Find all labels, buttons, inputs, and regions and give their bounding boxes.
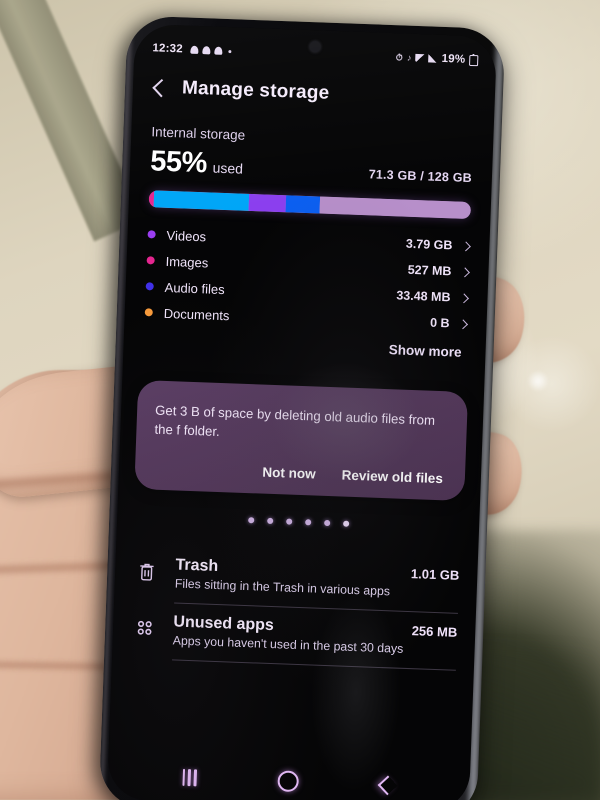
page-indicator-dot[interactable] <box>285 518 292 525</box>
chevron-right-icon <box>460 266 470 277</box>
storage-summary: Internal storage 55% used 71.3 GB / 128 … <box>123 124 493 361</box>
status-time: 12:32 <box>152 42 184 56</box>
mute-icon: ♪ <box>406 52 412 63</box>
dot-icon <box>228 49 232 53</box>
light-glint <box>527 370 549 392</box>
category-size: 527 MB <box>407 262 452 279</box>
status-bar-left: 12:32 <box>152 42 232 57</box>
category-label: Videos <box>166 227 207 244</box>
app-bar: Manage storage <box>132 66 495 115</box>
app-content: Manage storage Internal storage 55% used… <box>112 66 495 672</box>
page-title: Manage storage <box>181 77 330 104</box>
list-item-body: Trash 1.01 GB Files sitting in the Trash… <box>175 557 460 601</box>
page-indicator-dot[interactable] <box>304 519 311 526</box>
phone-screen: 12:32 ⏱ ♪ 19% Manage storage Internal st… <box>106 23 498 800</box>
alarm-icon: ⏱ <box>395 51 404 62</box>
carousel-page-indicator[interactable] <box>117 513 479 532</box>
storage-bar-segment <box>248 193 286 213</box>
page-indicator-dot[interactable] <box>342 520 349 528</box>
list-item-title: Unused apps <box>173 613 275 635</box>
bell-icon <box>190 45 199 54</box>
category-size: 0 B <box>429 315 450 331</box>
not-now-button[interactable]: Not now <box>262 465 316 482</box>
list-item-title: Trash <box>175 556 219 576</box>
usage-row: 55% used 71.3 GB / 128 GB <box>150 145 473 190</box>
bell-icon <box>202 46 211 55</box>
list-item-body: Unused apps 256 MB Apps you haven't used… <box>172 614 457 658</box>
category-label: Audio files <box>164 279 225 297</box>
storage-category-list: Videos 3.79 GB Images 527 MB Audio files 33.4… <box>144 221 471 337</box>
category-label: Images <box>165 253 209 270</box>
trash-icon <box>133 555 160 583</box>
category-color-dot <box>145 282 154 291</box>
category-size: 33.48 MB <box>396 288 451 305</box>
page-indicator-dot[interactable] <box>247 517 254 524</box>
suggestion-actions: Not now Review old files <box>153 461 447 487</box>
list-item-size: 1.01 GB <box>410 566 460 584</box>
storage-bar-segment <box>285 195 320 214</box>
chevron-right-icon <box>458 318 469 329</box>
chevron-right-icon <box>459 292 469 303</box>
suggestion-card: Get 3 B of space by deleting old audio f… <box>134 379 469 502</box>
category-label: Documents <box>163 305 230 323</box>
back-arrow-icon[interactable] <box>152 78 171 97</box>
apps-grid-icon <box>131 612 158 638</box>
category-color-dot <box>144 308 153 317</box>
category-color-dot <box>146 256 155 265</box>
page-indicator-dot[interactable] <box>323 520 330 527</box>
category-size: 3.79 GB <box>405 236 453 253</box>
battery-percent: 19% <box>441 52 466 66</box>
storage-bar-segment <box>153 190 249 211</box>
wifi-icon <box>415 53 425 63</box>
chevron-right-icon <box>460 240 471 251</box>
status-bar-right: ⏱ ♪ 19% <box>396 51 479 66</box>
back-button[interactable] <box>377 774 398 795</box>
phone-device: 12:32 ⏱ ♪ 19% Manage storage Internal st… <box>98 15 506 800</box>
list-item-size: 256 MB <box>411 623 458 641</box>
category-color-dot <box>147 230 156 239</box>
review-old-files-button[interactable]: Review old files <box>341 468 443 487</box>
suggestion-text: Get 3 B of space by deleting old audio f… <box>154 402 436 440</box>
storage-item-list: Trash 1.01 GB Files sitting in the Trash… <box>112 545 478 672</box>
recents-button[interactable] <box>182 768 197 787</box>
storage-usage-bar <box>148 190 472 220</box>
signal-icon <box>428 54 438 63</box>
battery-icon <box>469 54 479 66</box>
usage-percent-group: 55% used <box>150 145 244 181</box>
capacity-label: 71.3 GB / 128 GB <box>368 167 473 186</box>
bell-icon <box>214 46 223 55</box>
page-indicator-dot[interactable] <box>266 518 273 525</box>
android-nav-bar <box>107 764 470 798</box>
percent-used-label: used <box>212 159 244 177</box>
storage-bar-segment <box>319 196 471 220</box>
photo-scene: 12:32 ⏱ ♪ 19% Manage storage Internal st… <box>0 0 600 800</box>
percent-used-value: 55% <box>149 145 208 180</box>
home-button[interactable] <box>277 770 300 793</box>
show-more-button[interactable]: Show more <box>143 333 465 360</box>
